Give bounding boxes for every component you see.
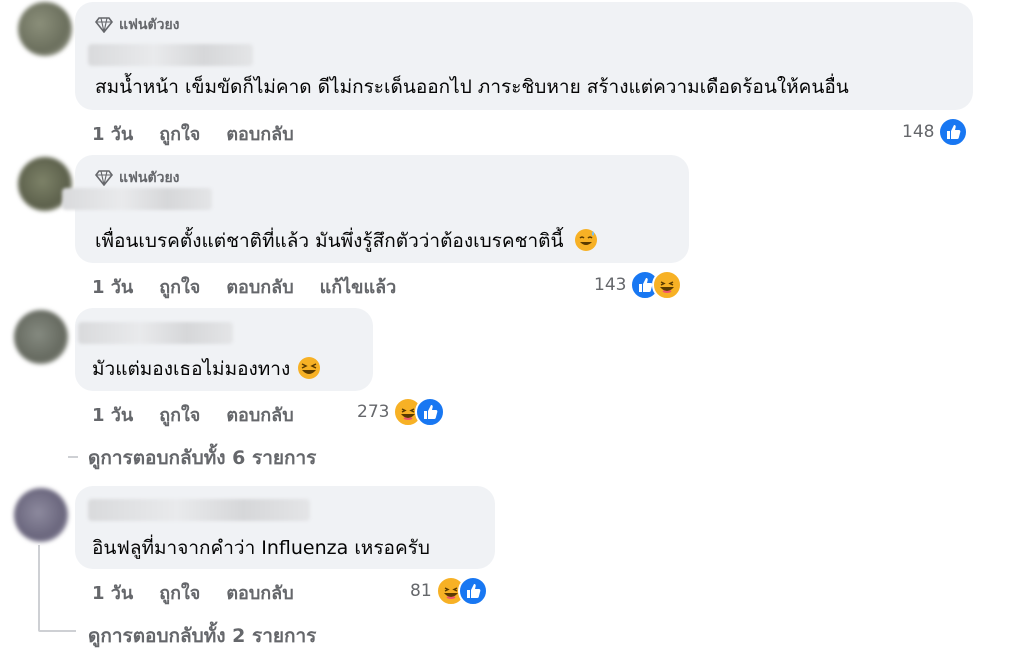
reaction-count: 143 <box>594 275 627 295</box>
comment-actions: 1 วัน ถูกใจ ตอบกลับ แก้ไขแล้ว <box>92 272 396 301</box>
reaction-summary[interactable]: 81 <box>410 576 488 606</box>
reply-button[interactable]: ตอบกลับ <box>226 119 293 148</box>
comment-text: อินฟลูที่มาจากคำว่า Influenza เหรอครับ <box>92 537 430 559</box>
edited-label[interactable]: แก้ไขแล้ว <box>320 272 397 301</box>
reaction-count: 81 <box>410 581 432 601</box>
author-name[interactable] <box>78 322 233 344</box>
laughing-emoji <box>298 357 321 379</box>
author-name[interactable] <box>62 188 212 210</box>
sweat-smile-emoji <box>574 229 597 251</box>
author-name[interactable] <box>88 499 310 521</box>
like-button[interactable]: ถูกใจ <box>159 272 200 301</box>
reaction-summary[interactable]: 273 <box>357 397 446 427</box>
comment-text: สมน้ำหน้า เข็มขัดก็ไม่คาด ดีไม่กระเด็นออ… <box>95 76 849 98</box>
avatar[interactable] <box>14 310 68 364</box>
like-button[interactable]: ถูกใจ <box>159 578 200 607</box>
comment-text-body: เพื่อนเบรคตั้งแต่ชาติที่แล้ว มันพึ่งรู้ส… <box>95 230 564 252</box>
comment-text-body: มัวแต่มองเธอไม่มองทาง <box>92 358 291 380</box>
avatar[interactable] <box>18 2 72 56</box>
comment-text: เพื่อนเบรคตั้งแต่ชาติที่แล้ว มันพึ่งรู้ส… <box>95 226 598 256</box>
reply-button[interactable]: ตอบกลับ <box>226 272 293 301</box>
reaction-summary[interactable]: 143 <box>594 270 683 300</box>
author-name[interactable] <box>88 44 253 66</box>
comment-text: มัวแต่มองเธอไม่มองทาง <box>92 354 321 384</box>
like-icon <box>457 576 488 606</box>
reaction-count: 273 <box>357 402 390 422</box>
top-fan-badge: แฟนตัวยง <box>95 167 180 189</box>
timestamp[interactable]: 1 วัน <box>92 119 133 148</box>
timestamp[interactable]: 1 วัน <box>92 400 133 429</box>
thread-line <box>68 456 78 458</box>
thread-line <box>38 630 76 632</box>
view-replies-link[interactable]: ดูการตอบกลับทั้ง 2 รายการ <box>88 621 316 651</box>
like-button[interactable]: ถูกใจ <box>159 119 200 148</box>
comment-actions: 1 วัน ถูกใจ ตอบกลับ <box>92 400 294 429</box>
like-button[interactable]: ถูกใจ <box>159 400 200 429</box>
view-replies-link[interactable]: ดูการตอบกลับทั้ง 6 รายการ <box>88 443 316 473</box>
like-icon <box>938 117 969 147</box>
badge-label: แฟนตัวยง <box>119 17 180 33</box>
diamond-icon <box>95 170 113 186</box>
reply-button[interactable]: ตอบกลับ <box>226 578 293 607</box>
reaction-count: 148 <box>902 122 935 142</box>
haha-icon <box>652 270 683 300</box>
timestamp[interactable]: 1 วัน <box>92 272 133 301</box>
top-fan-badge: แฟนตัวยง <box>95 14 180 36</box>
like-icon <box>415 397 446 427</box>
avatar[interactable] <box>14 488 68 542</box>
thread-line <box>38 545 40 630</box>
reply-button[interactable]: ตอบกลับ <box>226 400 293 429</box>
badge-label: แฟนตัวยง <box>119 170 180 186</box>
reaction-summary[interactable]: 148 <box>902 117 969 147</box>
comment-actions: 1 วัน ถูกใจ ตอบกลับ <box>92 119 294 148</box>
diamond-icon <box>95 17 113 33</box>
timestamp[interactable]: 1 วัน <box>92 578 133 607</box>
comment-actions: 1 วัน ถูกใจ ตอบกลับ <box>92 578 294 607</box>
